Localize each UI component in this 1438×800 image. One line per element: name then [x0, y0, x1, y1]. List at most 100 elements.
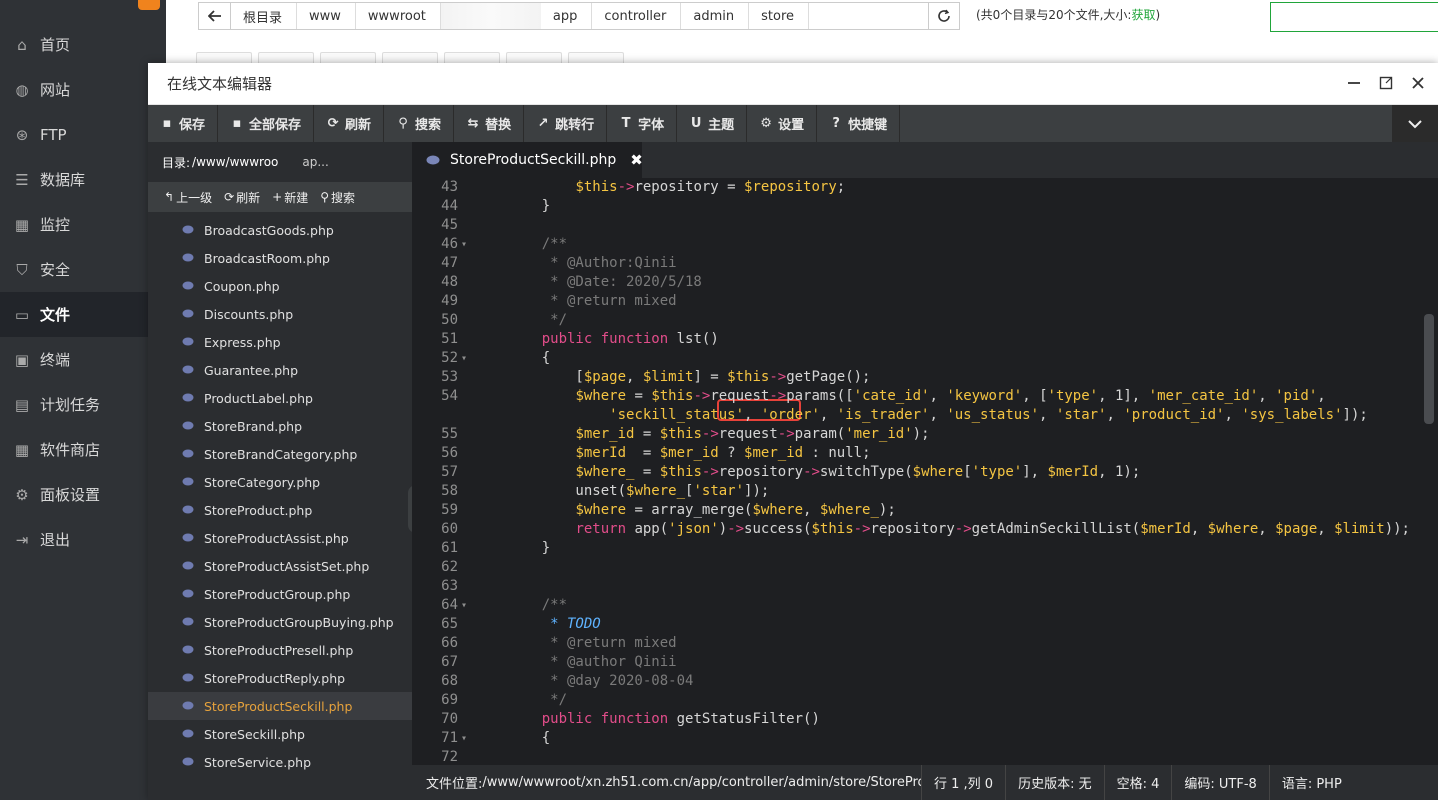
fold-marker[interactable]: ▾	[458, 235, 470, 254]
file-item[interactable]: StoreProductReply.php	[148, 664, 412, 692]
breadcrumb-www[interactable]: www	[297, 3, 356, 29]
sidebar-item-11[interactable]: ⇥ 退出	[0, 517, 166, 562]
new-file-button[interactable]: + 新建	[266, 189, 314, 206]
sidebar-item-8[interactable]: ▤ 计划任务	[0, 382, 166, 427]
sidebar-item-0[interactable]: ⌂ 首页	[0, 22, 166, 67]
file-search-input[interactable]	[1270, 2, 1438, 32]
sidebar-item-6[interactable]: ▭ 文件	[0, 292, 166, 337]
file-item[interactable]: StoreProductGroupBuying.php	[148, 608, 412, 636]
code-line: 62	[412, 558, 1438, 577]
toolbar-collapse-button[interactable]	[1392, 105, 1438, 142]
line-number: 70	[441, 711, 458, 727]
sidebar-item-3[interactable]: ☰ 数据库	[0, 157, 166, 202]
breadcrumb-admin[interactable]: admin	[681, 3, 750, 29]
toolbar-button-6[interactable]: T 字体	[607, 105, 678, 142]
file-item[interactable]: StoreBrandCategory.php	[148, 440, 412, 468]
file-item[interactable]: StoreProductSeckill.php	[148, 692, 412, 720]
maximize-icon[interactable]	[1376, 73, 1396, 93]
breadcrumb-root[interactable]: 根目录	[231, 3, 298, 29]
file-item[interactable]: StoreBrand.php	[148, 412, 412, 440]
code-line: 55 $mer_id = $this->request->param('mer_…	[412, 425, 1438, 444]
sidebar-item-2[interactable]: ⊛ FTP	[0, 112, 166, 157]
toolbar-button-4[interactable]: ⇆ 替换	[454, 105, 525, 142]
status-language[interactable]: 语言: PHP	[1270, 765, 1354, 800]
notification-badge[interactable]	[138, 0, 160, 10]
back-button[interactable]	[199, 3, 231, 29]
sidebar-item-10[interactable]: ⚙ 面板设置	[0, 472, 166, 517]
file-item[interactable]: Coupon.php	[148, 272, 412, 300]
line-number: 54	[441, 388, 458, 404]
toolbar-button-8[interactable]: ⚙ 设置	[747, 105, 818, 142]
terminal-icon: ▣	[14, 350, 30, 369]
code-text: * @day 2020-08-04	[508, 673, 694, 689]
fold-marker[interactable]: ▾	[458, 349, 470, 368]
sidebar-item-9[interactable]: ▦ 软件商店	[0, 427, 166, 472]
file-item[interactable]: StoreSeckill.php	[148, 720, 412, 748]
file-item[interactable]: BroadcastGoods.php	[148, 216, 412, 244]
breadcrumb-app[interactable]: app	[541, 3, 593, 29]
grid-icon: ▦	[14, 440, 30, 459]
tab-close-icon[interactable]: ✖	[630, 151, 643, 169]
toolbar-button-2[interactable]: ⟳ 刷新	[314, 105, 385, 142]
ftp-icon: ⊛	[15, 125, 29, 144]
code-editor[interactable]: 43 $this->repository = $repository; 44 } 4…	[412, 178, 1438, 765]
file-name: StoreBrand.php	[204, 418, 303, 434]
file-item[interactable]: StoreCategory.php	[148, 468, 412, 496]
get-size-link[interactable]: 获取	[1131, 8, 1155, 22]
code-line: 61 }	[412, 539, 1438, 558]
tab-storeproductseckill[interactable]: StoreProductSeckill.php ✖	[412, 142, 643, 178]
code-line: 52 ▾ {	[412, 349, 1438, 368]
minimize-icon[interactable]	[1344, 73, 1364, 93]
toolbar-button-7[interactable]: U 主题	[677, 105, 748, 142]
status-encoding[interactable]: 编码: UTF-8	[1172, 765, 1270, 800]
php-file-icon	[182, 701, 194, 711]
path-refresh-button[interactable]	[928, 2, 960, 30]
toolbar-button-0[interactable]: ▪ 保存	[148, 105, 219, 142]
toolbar-button-3[interactable]: ⚲ 搜索	[384, 105, 455, 142]
status-history[interactable]: 历史版本: 无	[1006, 765, 1105, 800]
code-text: * TODO	[508, 616, 601, 632]
toolbar-button-9[interactable]: ? 快捷键	[817, 105, 901, 142]
code-line: 51 public function lst()	[412, 330, 1438, 349]
file-item[interactable]: StoreProductAssist.php	[148, 524, 412, 552]
status-cursor[interactable]: 行 1 ,列 0	[922, 765, 1007, 800]
line-number: 44	[441, 198, 458, 214]
fold-marker[interactable]: ▾	[458, 729, 470, 748]
sidebar-item-1[interactable]: ◍ 网站	[0, 67, 166, 112]
fold-marker[interactable]: ▾	[458, 596, 470, 615]
toolbar-button-1[interactable]: ▪ 全部保存	[218, 105, 315, 142]
sidebar-item-7[interactable]: ▣ 终端	[0, 337, 166, 382]
file-item[interactable]: ProductLabel.php	[148, 384, 412, 412]
sidebar-item-5[interactable]: ⛉ 安全	[0, 247, 166, 292]
file-item[interactable]: Discounts.php	[148, 300, 412, 328]
close-icon[interactable]	[1408, 73, 1428, 93]
parent-dir-button[interactable]: ↰ 上一级	[148, 189, 218, 206]
php-file-icon	[182, 281, 194, 291]
chevron-down-icon	[1408, 119, 1422, 128]
breadcrumb-wwwroot[interactable]: wwwroot	[356, 3, 441, 29]
file-item[interactable]: Express.php	[148, 328, 412, 356]
file-item[interactable]: BroadcastRoom.php	[148, 244, 412, 272]
tree-actions: ↰ 上一级 ⟳ 刷新 + 新建 ⚲ 搜索	[148, 182, 412, 212]
file-item[interactable]: StoreProduct.php	[148, 496, 412, 524]
code-text: */	[508, 312, 568, 328]
tree-refresh-button[interactable]: ⟳ 刷新	[218, 189, 266, 206]
status-indent[interactable]: 空格: 4	[1105, 765, 1173, 800]
toolbar-button-label: 全部保存	[249, 118, 302, 133]
file-item[interactable]: StoreProductPresell.php	[148, 636, 412, 664]
file-item[interactable]: StoreProductAssistSet.php	[148, 552, 412, 580]
sidebar-item-label: 监控	[40, 216, 71, 234]
line-number: 60	[441, 521, 458, 537]
sidebar-item-4[interactable]: ▦ 监控	[0, 202, 166, 247]
code-line: 64 ▾ /**	[412, 596, 1438, 615]
breadcrumb-controller[interactable]: controller	[592, 3, 682, 29]
toolbar-button-label: 保存	[179, 118, 206, 133]
breadcrumb-store[interactable]: store	[749, 3, 810, 29]
toolbar-button-5[interactable]: ↗ 跳转行	[524, 105, 608, 142]
file-item[interactable]: StoreService.php	[148, 748, 412, 776]
sidebar-item-label: 软件商店	[40, 441, 101, 459]
file-item[interactable]: StoreProductGroup.php	[148, 580, 412, 608]
tree-search-button[interactable]: ⚲ 搜索	[314, 189, 361, 206]
line-number: 63	[441, 578, 458, 594]
file-item[interactable]: Guarantee.php	[148, 356, 412, 384]
